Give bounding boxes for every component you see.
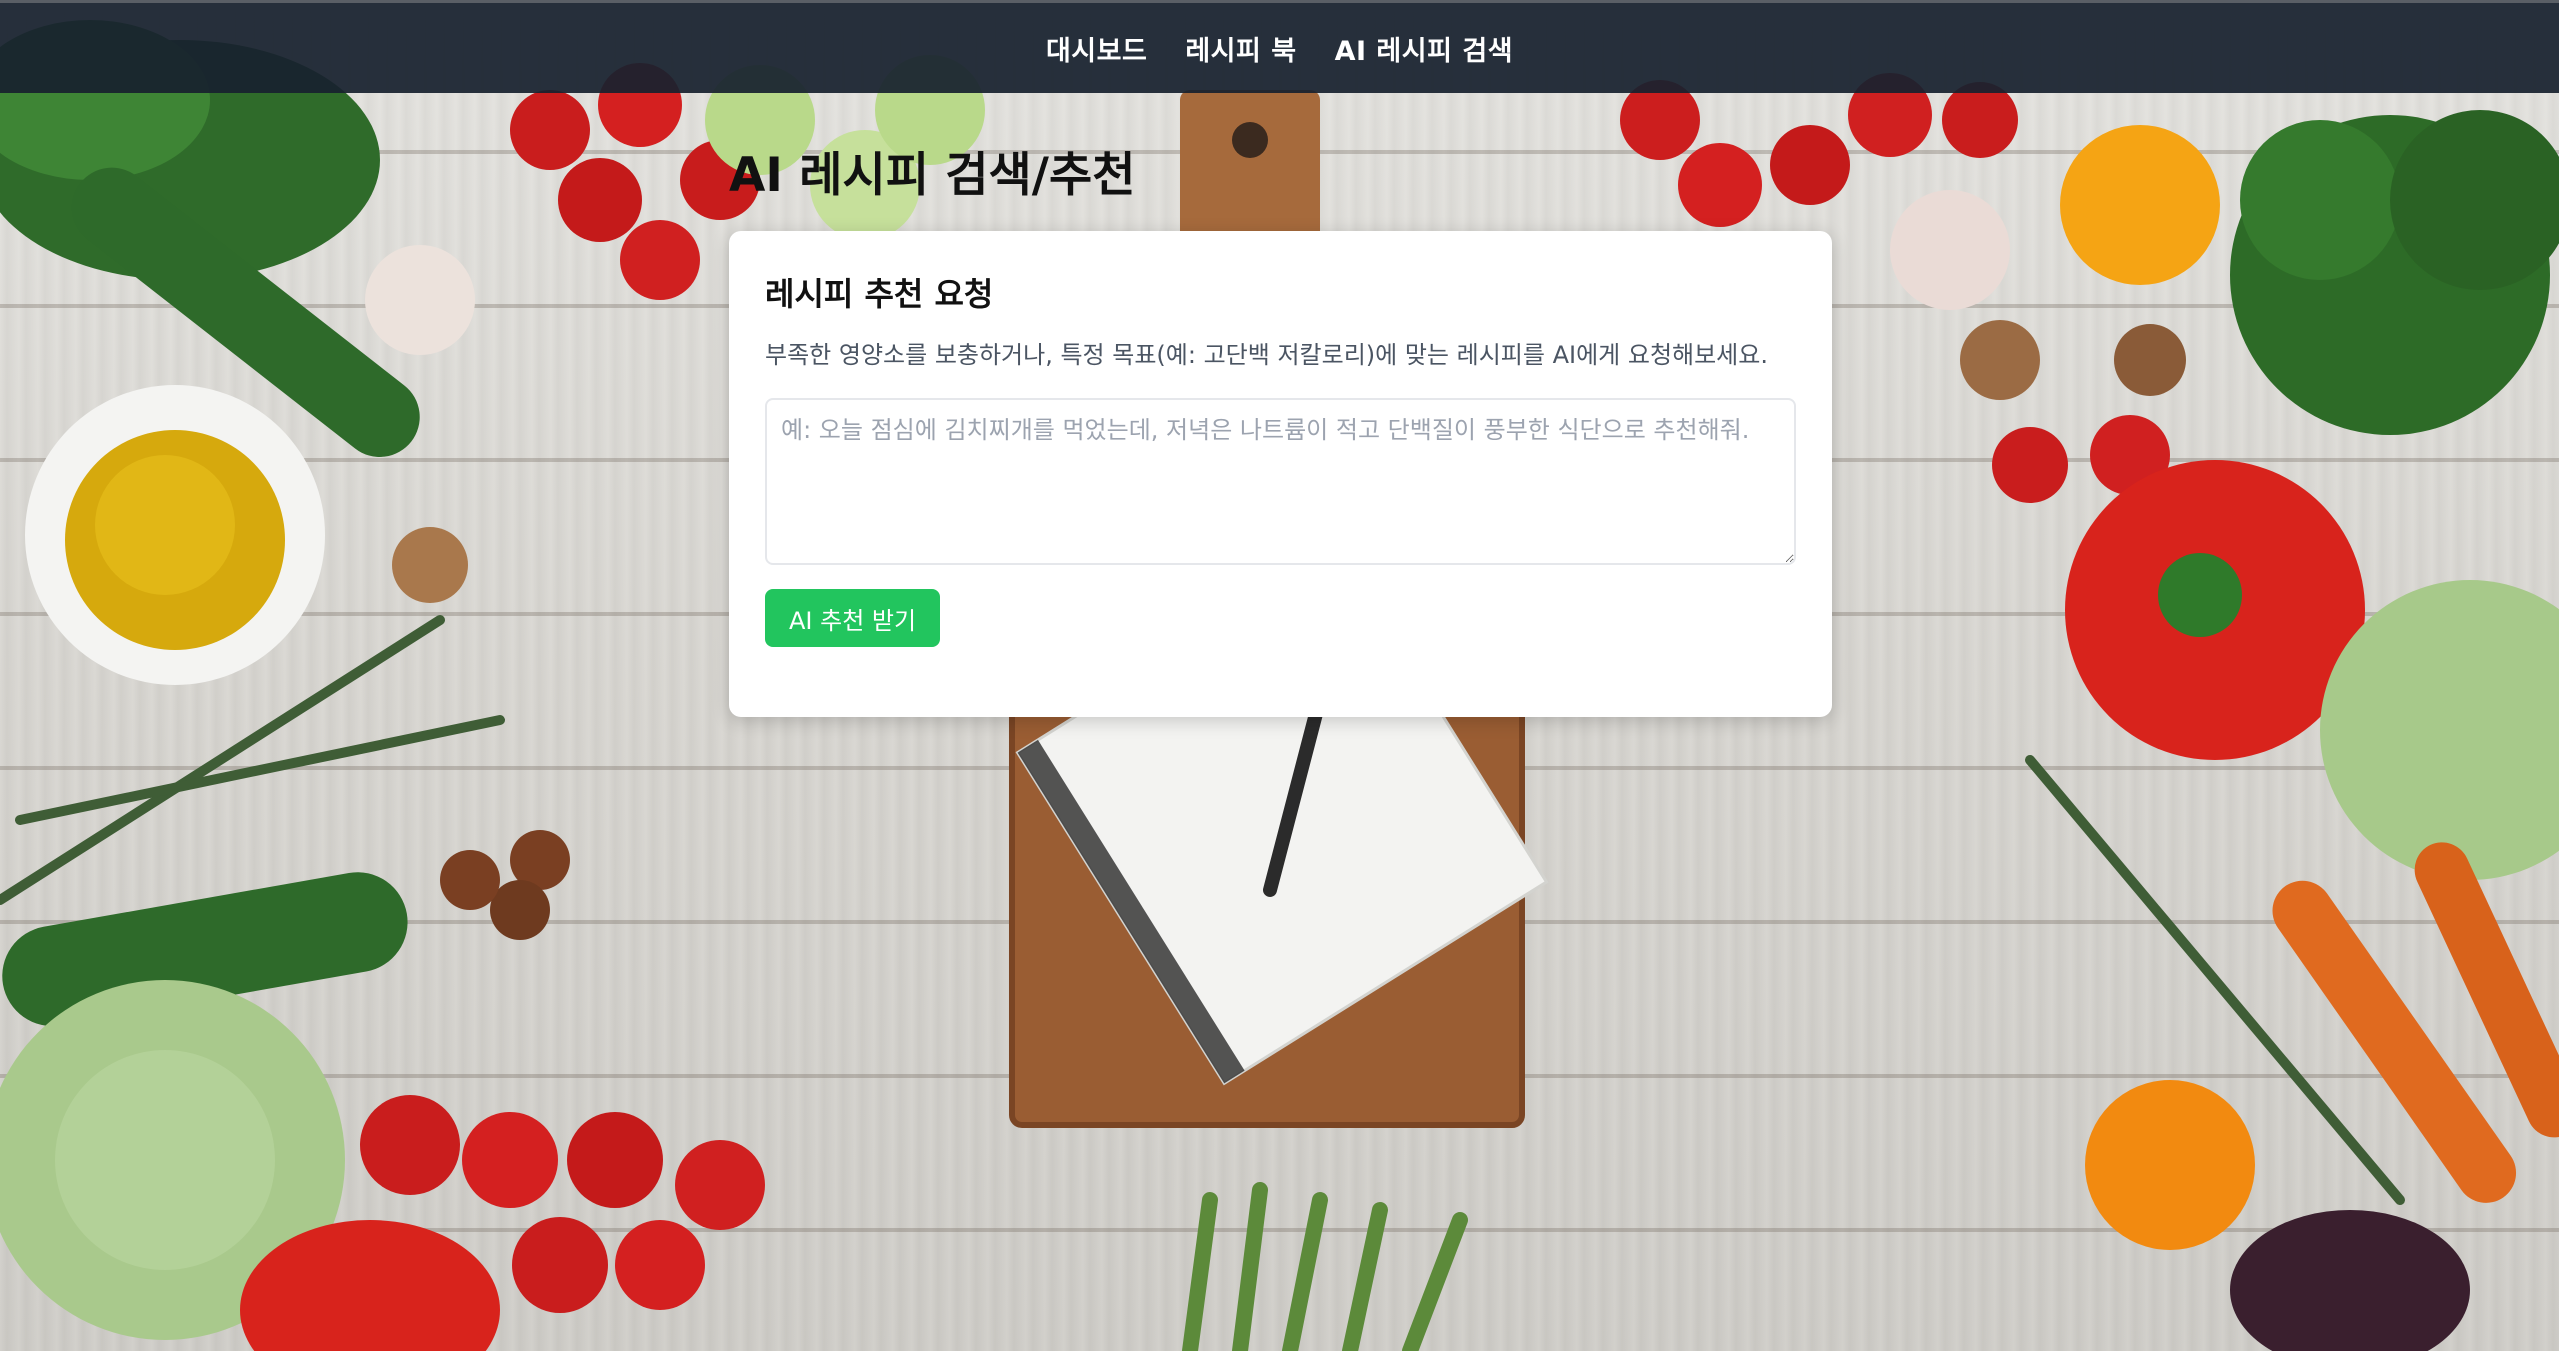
ai-recommend-button[interactable]: AI 추천 받기 <box>765 589 941 647</box>
recipe-request-input[interactable] <box>765 398 1796 565</box>
nav-link-ai-recipe-search[interactable]: AI 레시피 검색 <box>1335 29 1513 68</box>
top-navbar: 대시보드 레시피 북 AI 레시피 검색 <box>0 0 2559 93</box>
nav-link-recipe-book[interactable]: 레시피 북 <box>1185 29 1296 68</box>
nav-link-dashboard[interactable]: 대시보드 <box>1046 29 1147 68</box>
card-description: 부족한 영양소를 보충하거나, 특정 목표(예: 고단백 저칼로리)에 맞는 레… <box>765 341 1768 369</box>
card-title: 레시피 추천 요청 <box>765 275 994 313</box>
page-title: AI 레시피 검색/추천 <box>729 148 1136 203</box>
recipe-request-card: 레시피 추천 요청 부족한 영양소를 보충하거나, 특정 목표(예: 고단백 저… <box>729 231 1832 717</box>
